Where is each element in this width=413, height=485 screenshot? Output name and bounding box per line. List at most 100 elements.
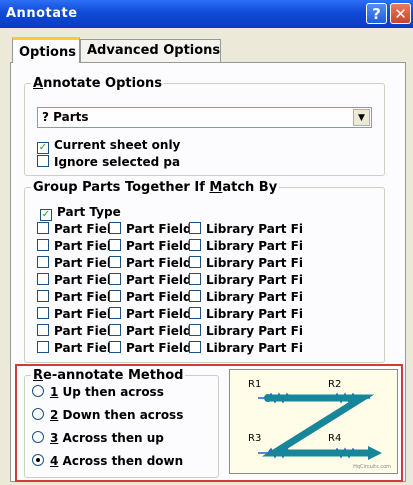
checkbox-box [37,307,49,319]
current-sheet-only-label: Current sheet only [54,138,181,152]
checkbox-box [37,341,49,353]
part-field-checkbox[interactable]: Part Field [37,290,120,304]
library-part-field-checkbox[interactable]: Library Part Fi [189,222,303,236]
annotate-options-legend: Annotate Options [33,76,162,91]
reannotate-option-2[interactable]: 2 Down then across [32,408,183,422]
window-title: Annotate [6,6,78,21]
checkbox-box [109,256,121,268]
library-part-field-checkbox[interactable]: Library Part Fi [189,273,303,287]
part-type-label: Part Type [57,205,121,219]
current-sheet-only-checkbox[interactable]: ✓ Current sheet only [37,138,180,154]
radio-button[interactable] [32,454,44,466]
radio-option-label: Across then down [58,454,184,468]
reannotate-option-1[interactable]: 1 Up then across [32,385,164,399]
tab-advanced-options[interactable]: Advanced Options [80,39,221,63]
part-field-checkbox[interactable]: Part Field [37,307,120,321]
part-field-checkbox[interactable]: Part Field [37,341,120,355]
checkbox-box [189,239,201,251]
checkbox-box [189,324,201,336]
chevron-down-icon[interactable]: ▼ [353,109,370,126]
library-part-field-checkbox[interactable]: Library Part Fi [189,307,303,321]
label-r3: R3 [248,433,262,444]
radio-option-label: Across then up [58,431,164,445]
checkbox-box [109,222,121,234]
help-button[interactable]: ? [366,3,387,24]
library-part-field-checkbox[interactable]: Library Part Fi [189,341,303,355]
part-field-checkbox[interactable]: Part Field [37,256,120,270]
checkbox-box [189,273,201,285]
checkbox-box [109,273,121,285]
radio-option-label: Down then across [58,408,184,422]
reannotate-option-4[interactable]: 4 Across then down [32,454,183,468]
part-type-checkbox[interactable]: ✓ Part Type [40,205,121,221]
tab-options[interactable]: Options [12,37,80,63]
label-r2: R2 [328,379,342,390]
checkbox-box [37,273,49,285]
label-r1: R1 [248,379,262,390]
checkbox-box [37,290,49,302]
part-field-label: Part Field [126,324,192,338]
reannotate-option-3[interactable]: 3 Across then up [32,431,164,445]
reannotate-method-legend: Re-annotate Method [33,368,184,383]
radio-option-label: Up then across [58,385,164,399]
parts-combo[interactable]: ? Parts ▼ [37,107,372,128]
part-field-checkbox[interactable]: Part Field [37,222,120,236]
checkbox-box [189,290,201,302]
part-field-label: Library Part Fi [206,239,303,253]
part-field-checkbox[interactable]: Part Field [109,307,192,321]
part-field-checkbox[interactable]: Part Field [109,239,192,253]
help-icon: ? [372,5,381,23]
arrow-head-icon [368,446,382,460]
part-field-label: Library Part Fi [206,222,303,236]
checkbox-box [37,222,49,234]
checkbox-box [37,155,49,167]
library-part-field-checkbox[interactable]: Library Part Fi [189,324,303,338]
order-preview-diagram: R1 R2 R3 R4 HqCircuits.com [229,369,398,474]
part-field-label: Library Part Fi [206,256,303,270]
radio-button[interactable] [32,408,44,420]
checkbox-box [37,324,49,336]
diagram-watermark: HqCircuits.com [353,464,391,470]
part-field-label: Library Part Fi [206,324,303,338]
part-field-label: Part Field [126,273,192,287]
close-button[interactable]: ✕ [390,3,411,24]
ignore-selected-label: Ignore selected pa [54,155,181,169]
part-field-label: Part Field [126,341,192,355]
part-field-checkbox[interactable]: Part Field [37,273,120,287]
checkbox-box [109,324,121,336]
checkbox-box [109,239,121,251]
part-field-checkbox[interactable]: Part Field [109,273,192,287]
parts-combo-value: ? Parts [42,110,89,124]
ignore-selected-checkbox[interactable]: Ignore selected pa [37,155,180,169]
part-field-label: Library Part Fi [206,290,303,304]
part-field-label: Library Part Fi [206,307,303,321]
checkbox-box [109,290,121,302]
part-field-label: Library Part Fi [206,341,303,355]
part-field-label: Part Field [126,307,192,321]
label-r4: R4 [328,433,342,444]
radio-button[interactable] [32,385,44,397]
part-field-label: Part Field [126,256,192,270]
part-field-checkbox[interactable]: Part Field [109,324,192,338]
library-part-field-checkbox[interactable]: Library Part Fi [189,290,303,304]
library-part-field-checkbox[interactable]: Library Part Fi [189,256,303,270]
part-field-checkbox[interactable]: Part Field [109,256,192,270]
checkbox-box [37,239,49,251]
library-part-field-checkbox[interactable]: Library Part Fi [189,239,303,253]
check-icon: ✓ [37,142,49,154]
part-field-checkbox[interactable]: Part Field [109,290,192,304]
part-field-checkbox[interactable]: Part Field [37,324,120,338]
part-field-checkbox[interactable]: Part Field [109,341,192,355]
title-bar: Annotate ? ✕ [0,0,413,28]
close-icon: ✕ [394,5,407,23]
radio-button[interactable] [32,431,44,443]
group-parts-legend: Group Parts Together If Match By [33,180,278,195]
part-field-label: Part Field [126,222,192,236]
part-field-checkbox[interactable]: Part Field [37,239,120,253]
order-path [261,394,375,457]
checkbox-box [189,341,201,353]
part-field-label: Library Part Fi [206,273,303,287]
checkbox-box [189,307,201,319]
part-field-checkbox[interactable]: Part Field [109,222,192,236]
checkbox-box [109,307,121,319]
